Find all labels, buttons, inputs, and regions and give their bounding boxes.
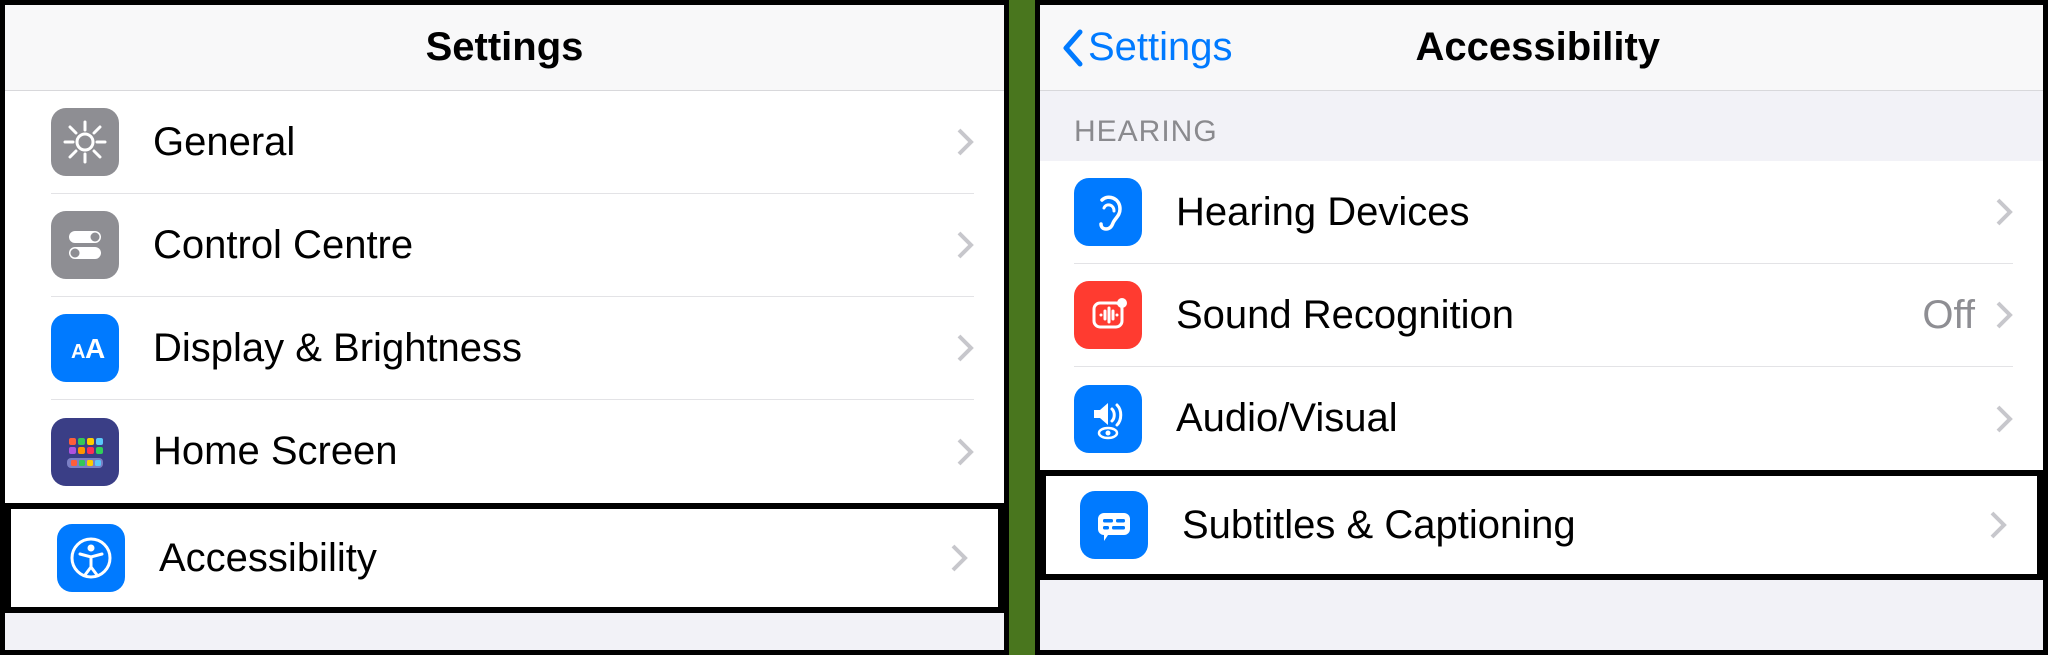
- row-label: Hearing Devices: [1176, 190, 1995, 235]
- audio-visual-icon: [1074, 385, 1142, 453]
- chevron-left-icon: [1060, 28, 1084, 68]
- row-label: Home Screen: [153, 429, 956, 474]
- settings-list: General Control Centre AA Display & Brig…: [5, 91, 1004, 613]
- row-label: Audio/Visual: [1176, 396, 1995, 441]
- row-label: Control Centre: [153, 223, 956, 268]
- chevron-right-icon: [956, 127, 974, 157]
- row-subtitles-captioning[interactable]: Subtitles & Captioning: [1040, 470, 2043, 580]
- sound-recognition-icon: [1074, 281, 1142, 349]
- row-control-centre[interactable]: Control Centre: [5, 194, 1004, 297]
- chevron-right-icon: [1995, 300, 2013, 330]
- row-home-screen[interactable]: Home Screen: [5, 400, 1004, 503]
- accessibility-panel: Settings Accessibility HEARING Hearing D…: [1035, 0, 2048, 655]
- row-label: Sound Recognition: [1176, 293, 1922, 338]
- chevron-right-icon: [950, 543, 968, 573]
- row-audio-visual[interactable]: Audio/Visual: [1040, 367, 2043, 470]
- switches-icon: [51, 211, 119, 279]
- subtitles-icon: [1080, 491, 1148, 559]
- accessibility-header: Settings Accessibility: [1040, 5, 2043, 91]
- back-label: Settings: [1088, 25, 1233, 70]
- svg-text:A: A: [85, 333, 105, 364]
- hearing-list: Hearing Devices Sound Recognition Off Au…: [1040, 161, 2043, 580]
- row-display-brightness[interactable]: AA Display & Brightness: [5, 297, 1004, 400]
- row-label: General: [153, 120, 956, 165]
- row-label: Display & Brightness: [153, 326, 956, 371]
- row-general[interactable]: General: [5, 91, 1004, 194]
- settings-title: Settings: [25, 25, 984, 70]
- section-header-hearing: HEARING: [1040, 91, 2043, 161]
- row-value: Off: [1922, 293, 1975, 338]
- row-accessibility[interactable]: Accessibility: [5, 503, 1004, 613]
- settings-header: Settings: [5, 5, 1004, 91]
- settings-panel: Settings General Control Centre: [0, 0, 1009, 655]
- section-header-text: HEARING: [1074, 115, 2009, 149]
- chevron-right-icon: [956, 333, 974, 363]
- text-size-icon: AA: [51, 314, 119, 382]
- row-label: Accessibility: [159, 536, 950, 581]
- row-sound-recognition[interactable]: Sound Recognition Off: [1040, 264, 2043, 367]
- accessibility-icon: [57, 524, 125, 592]
- gear-icon: [51, 108, 119, 176]
- svg-text:A: A: [71, 341, 85, 363]
- chevron-right-icon: [1995, 404, 2013, 434]
- chevron-right-icon: [1995, 197, 2013, 227]
- chevron-right-icon: [1989, 510, 2007, 540]
- home-screen-icon: [51, 418, 119, 486]
- row-hearing-devices[interactable]: Hearing Devices: [1040, 161, 2043, 264]
- chevron-right-icon: [956, 230, 974, 260]
- row-label: Subtitles & Captioning: [1182, 503, 1989, 548]
- chevron-right-icon: [956, 437, 974, 467]
- ear-icon: [1074, 178, 1142, 246]
- back-button[interactable]: Settings: [1060, 25, 1233, 70]
